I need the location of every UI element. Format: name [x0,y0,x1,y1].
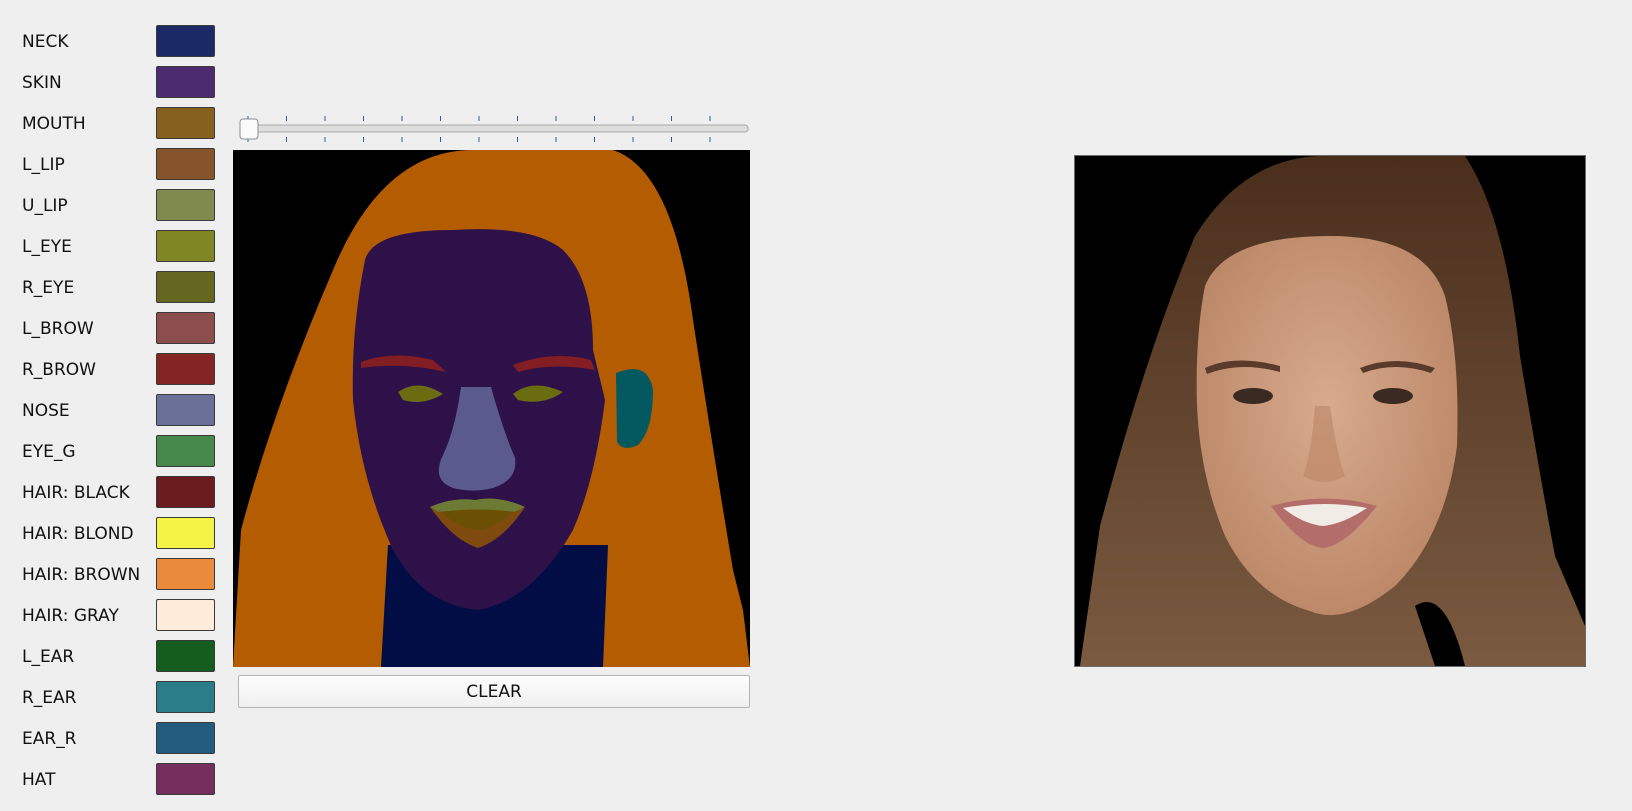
label-name: HAIR: BLACK [22,483,130,503]
label-name: EAR_R [22,729,77,749]
color-swatch-hair-blond[interactable] [156,517,215,549]
label-row-mouth: MOUTH [22,107,218,141]
label-name: HAT [22,770,56,790]
color-swatch-r-eye[interactable] [156,271,215,303]
label-row-eye-g: EYE_G [22,435,218,469]
label-row-hat: HAT [22,763,218,797]
color-swatch-mouth[interactable] [156,107,215,139]
label-name: L_EYE [22,237,72,257]
label-row-r-brow: R_BROW [22,353,218,387]
label-name: R_EYE [22,278,75,298]
label-name: R_BROW [22,360,96,380]
label-name: SKIN [22,73,62,93]
label-name: L_EAR [22,647,75,667]
color-swatch-r-ear[interactable] [156,681,215,713]
color-swatch-l-lip[interactable] [156,148,215,180]
color-swatch-hair-brown[interactable] [156,558,215,590]
label-name: HAIR: BROWN [22,565,141,585]
clear-button[interactable]: CLEAR [238,675,750,708]
label-row-nose: NOSE [22,394,218,428]
color-swatch-eye-g[interactable] [156,435,215,467]
label-name: R_EAR [22,688,77,708]
color-swatch-skin[interactable] [156,66,215,98]
result-right-eye [1373,388,1413,404]
label-row-r-ear: R_EAR [22,681,218,715]
label-row-neck: NECK [22,25,218,59]
label-row-hair-blond: HAIR: BLOND [22,517,218,551]
label-name: EYE_G [22,442,76,462]
color-swatch-hat[interactable] [156,763,215,795]
result-left-eye [1233,388,1273,404]
label-name: U_LIP [22,196,68,216]
label-name: L_LIP [22,155,65,175]
generated-face-image [1074,155,1586,667]
label-row-hair-black: HAIR: BLACK [22,476,218,510]
label-name: NOSE [22,401,70,421]
label-row-hair-brown: HAIR: BROWN [22,558,218,592]
brush-size-slider[interactable] [238,112,750,148]
color-swatch-u-lip[interactable] [156,189,215,221]
slider-handle[interactable] [239,118,259,140]
slider-groove [239,124,749,133]
label-row-l-lip: L_LIP [22,148,218,182]
label-row-hair-gray: HAIR: GRAY [22,599,218,633]
label-row-u-lip: U_LIP [22,189,218,223]
color-swatch-hair-black[interactable] [156,476,215,508]
label-row-ear-r: EAR_R [22,722,218,756]
color-swatch-l-brow[interactable] [156,312,215,344]
segmentation-mask-canvas[interactable] [233,150,750,667]
label-name: HAIR: BLOND [22,524,134,544]
color-swatch-neck[interactable] [156,25,215,57]
label-name: MOUTH [22,114,86,134]
color-swatch-hair-gray[interactable] [156,599,215,631]
label-name: L_BROW [22,319,94,339]
color-swatch-l-eye[interactable] [156,230,215,262]
color-swatch-nose[interactable] [156,394,215,426]
label-name: NECK [22,32,69,52]
color-swatch-l-ear[interactable] [156,640,215,672]
label-row-skin: SKIN [22,66,218,100]
label-row-l-brow: L_BROW [22,312,218,346]
label-row-r-eye: R_EYE [22,271,218,305]
color-swatch-ear-r[interactable] [156,722,215,754]
label-row-l-eye: L_EYE [22,230,218,264]
label-name: HAIR: GRAY [22,606,119,626]
color-swatch-r-brow[interactable] [156,353,215,385]
label-row-l-ear: L_EAR [22,640,218,674]
